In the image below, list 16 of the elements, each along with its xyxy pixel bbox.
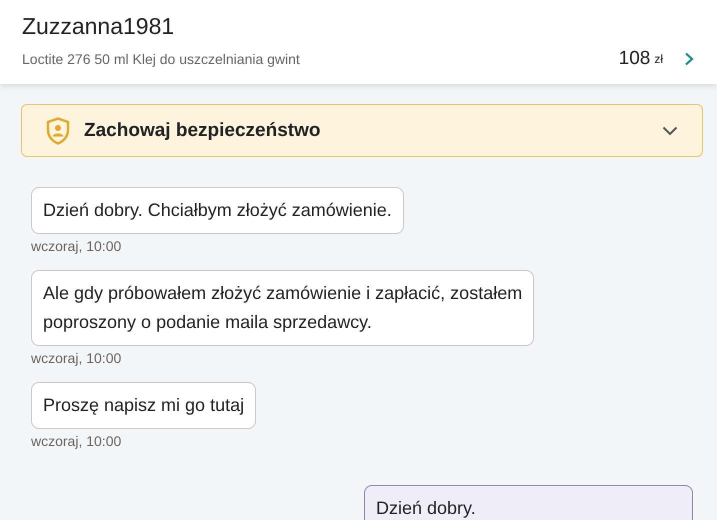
banner-title: Zachowaj bezpieczeństwo: [84, 120, 322, 142]
currency: zł: [654, 52, 663, 66]
product-title[interactable]: Loctite 276 50 ml Klej do uszczelniania gwint: [22, 51, 619, 67]
message-time: wczoraj, 10:00: [31, 350, 122, 366]
safety-banner[interactable]: Zachowaj bezpieczeństwo: [21, 104, 703, 157]
chevron-right-icon[interactable]: [683, 52, 695, 66]
chevron-down-icon[interactable]: [662, 126, 678, 136]
user-name: Zuzzanna1981: [22, 12, 176, 41]
message-bubble: Dzień dobry.: [364, 485, 693, 520]
message-time: wczoraj, 10:00: [31, 238, 122, 254]
message-bubble: Proszę napisz mi go tutaj: [31, 382, 256, 429]
message-time: wczoraj, 10:00: [31, 433, 122, 449]
price: 108: [618, 48, 650, 70]
shield-person-icon: [46, 116, 70, 144]
message-bubble: Dzień dobry. Chciałbym złożyć zamówienie.: [31, 187, 404, 234]
message-bubble: Ale gdy próbowałem złożyć zamówienie i zapłacić, zostałem poproszony o podanie maila sprzedawcy.: [31, 270, 534, 346]
